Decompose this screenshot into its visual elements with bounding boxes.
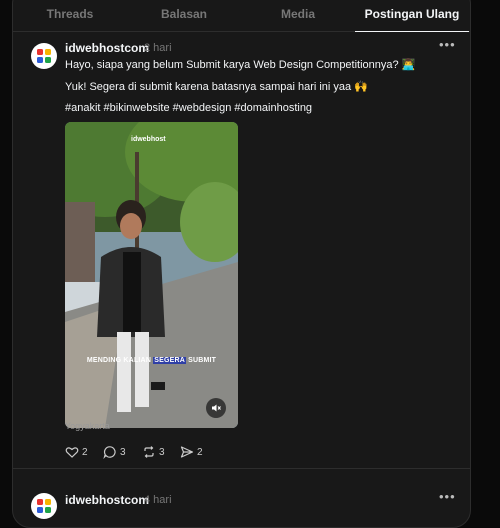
reply-count: 3 bbox=[120, 446, 126, 458]
video-frame bbox=[65, 122, 238, 428]
share-button[interactable]: 2 bbox=[180, 444, 203, 460]
caption-pre: MENDING KALIAN bbox=[86, 357, 154, 364]
profile-tabs: Threads Balasan Media Postingan Ulang bbox=[13, 0, 470, 32]
video-caption: MENDING KALIAN SEGERA SUBMIT bbox=[65, 357, 238, 364]
profile-feed-panel: Threads Balasan Media Postingan Ulang id… bbox=[12, 0, 471, 528]
video-logo: idwebhost bbox=[131, 136, 166, 143]
more-icon[interactable]: ••• bbox=[439, 37, 456, 52]
repost-button[interactable]: 3 bbox=[142, 444, 165, 460]
tab-reposts[interactable]: Postingan Ulang bbox=[355, 0, 469, 32]
caption-highlight: SEGERA bbox=[153, 357, 186, 364]
post-divider bbox=[13, 468, 470, 469]
heart-icon bbox=[65, 447, 79, 458]
repost-count: 3 bbox=[159, 446, 165, 458]
mute-glyph bbox=[212, 404, 221, 412]
post-hashtags[interactable]: #anakit #bikinwebsite #webdesign #domain… bbox=[65, 102, 312, 114]
tab-media[interactable]: Media bbox=[241, 0, 355, 31]
like-count: 2 bbox=[82, 446, 88, 458]
tab-replies[interactable]: Balasan bbox=[127, 0, 241, 31]
post-timestamp[interactable]: 2 hari bbox=[144, 42, 172, 54]
share-icon bbox=[180, 446, 194, 458]
next-post-username[interactable]: idwebhostcom bbox=[65, 493, 149, 507]
brand-logo-icon bbox=[37, 499, 51, 513]
post-text-line-1: Hayo, siapa yang belum Submit karya Web … bbox=[65, 59, 416, 71]
more-icon[interactable]: ••• bbox=[439, 489, 456, 504]
post-username[interactable]: idwebhostcom bbox=[65, 41, 149, 55]
caption-post: SUBMIT bbox=[185, 357, 217, 364]
repost-icon bbox=[144, 446, 154, 458]
share-count: 2 bbox=[197, 446, 203, 458]
like-button[interactable]: 2 bbox=[65, 444, 88, 460]
comment-icon bbox=[103, 446, 116, 459]
post-location[interactable]: Yogyakarta bbox=[65, 421, 110, 431]
post-video[interactable]: idwebhost MENDING KALIAN SEGERA SUBMIT bbox=[65, 122, 238, 428]
brand-logo-icon bbox=[37, 49, 51, 63]
avatar[interactable] bbox=[31, 493, 57, 519]
avatar[interactable] bbox=[31, 43, 57, 69]
next-post-timestamp[interactable]: 4 hari bbox=[144, 494, 172, 506]
reply-button[interactable]: 3 bbox=[103, 444, 126, 460]
mute-icon[interactable] bbox=[206, 398, 226, 418]
tab-threads[interactable]: Threads bbox=[13, 0, 127, 31]
post-text-line-2: Yuk! Segera di submit karena batasnya sa… bbox=[65, 81, 368, 93]
